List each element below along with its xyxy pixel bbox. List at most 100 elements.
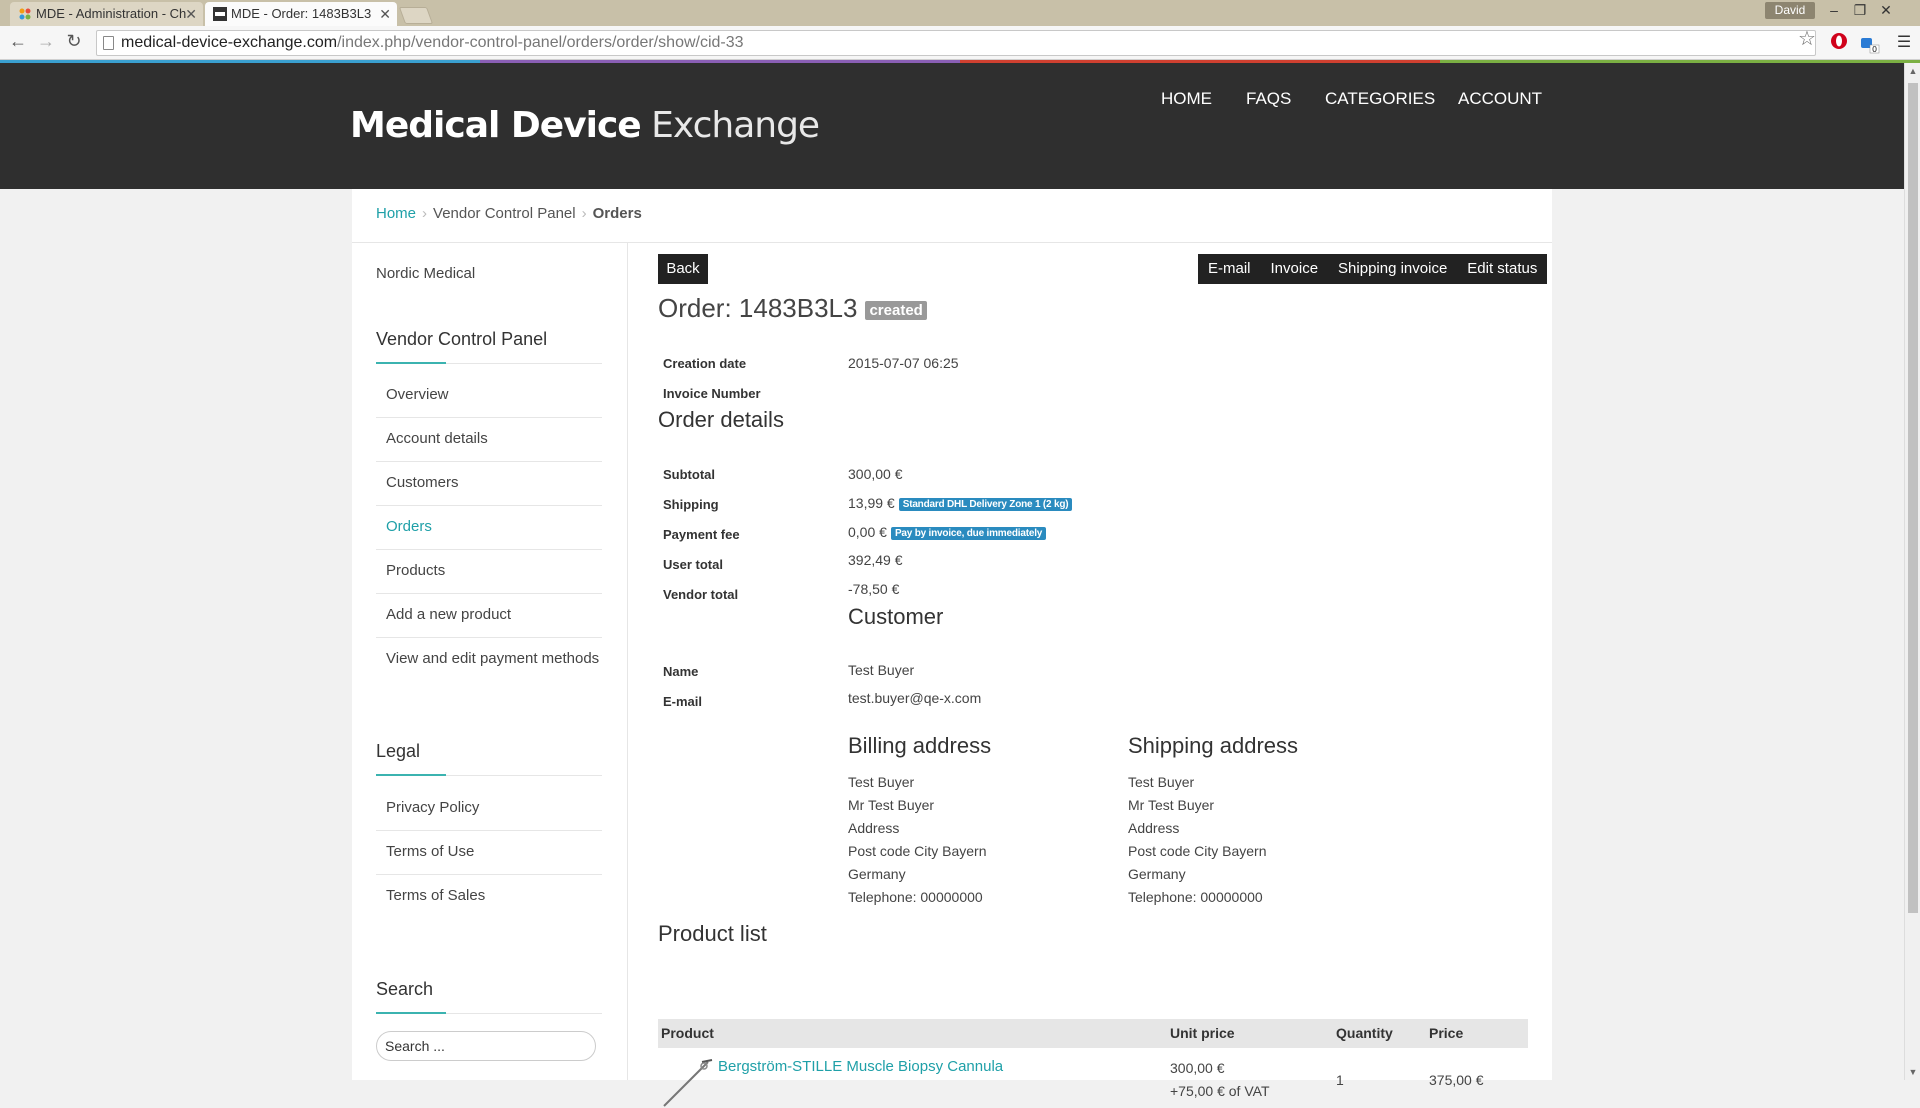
email-button[interactable]: E-mail: [1198, 254, 1261, 284]
shipping-invoice-button[interactable]: Shipping invoice: [1328, 254, 1457, 284]
payment-fee-value: 0,00 € Pay by invoice, due immediately: [848, 524, 1047, 540]
new-tab-button[interactable]: [398, 7, 434, 24]
item-divider: [376, 874, 602, 875]
sidebar-item-customers[interactable]: Customers: [386, 474, 602, 491]
payment-method-badge: Pay by invoice, due immediately: [890, 527, 1047, 540]
browser-tab-order[interactable]: MDE - Order: 1483B3L3 ✕: [205, 2, 397, 26]
creation-date-value: 2015-07-07 06:25: [848, 355, 959, 371]
sidebar-item-orders[interactable]: Orders: [386, 518, 602, 535]
nav-faqs[interactable]: FAQS: [1246, 89, 1291, 109]
logo-bold-text: Medical Device: [350, 105, 642, 146]
shipping-address-heading: Shipping address: [1128, 733, 1299, 758]
invoice-button[interactable]: Invoice: [1261, 254, 1329, 284]
billing-address-line: Post code City Bayern: [848, 843, 987, 859]
user-total-label: User total: [663, 557, 723, 572]
close-tab-icon[interactable]: ✕: [379, 2, 391, 26]
subtotal-value: 300,00 €: [848, 466, 903, 482]
scroll-up-arrow-icon[interactable]: ▲: [1905, 66, 1920, 76]
heading-accent: [376, 774, 446, 776]
shipping-address-line: Test Buyer: [1128, 774, 1195, 790]
minimize-icon[interactable]: ‒: [1822, 0, 1846, 20]
sidebar-item-products[interactable]: Products: [386, 562, 602, 579]
customer-email-label: E-mail: [663, 694, 703, 709]
search-input[interactable]: [376, 1031, 596, 1061]
search-heading: Search: [376, 979, 434, 999]
nav-categories[interactable]: CATEGORIES: [1325, 89, 1435, 109]
restore-icon[interactable]: ❐: [1848, 0, 1872, 20]
payment-fee-amount: 0,00 €: [848, 524, 887, 540]
order-actions: E-mail Invoice Shipping invoice Edit sta…: [1198, 254, 1548, 284]
close-window-icon[interactable]: ✕: [1874, 0, 1898, 20]
profile-button[interactable]: David: [1765, 2, 1815, 19]
back-arrow-icon[interactable]: ←: [6, 31, 30, 52]
address-bar[interactable]: medical-device-exchange.com/index.php/ve…: [96, 30, 1816, 56]
breadcrumb-separator-icon: ›: [581, 205, 587, 222]
item-divider: [376, 417, 602, 418]
shipping-value: 13,99 € Standard DHL Delivery Zone 1 (2 k…: [848, 495, 1073, 511]
content-panel: Home › Vendor Control Panel › Orders Nordic …: [352, 189, 1552, 1107]
browser-tab-title: MDE - Order: 1483B3L3: [231, 6, 372, 21]
breadcrumb-divider: [352, 242, 1552, 243]
shipping-address-line: Mr Test Buyer: [1128, 797, 1215, 813]
column-header-price: Price: [1429, 1025, 1464, 1041]
breadcrumb-home[interactable]: Home: [376, 205, 416, 222]
shipping-label: Shipping: [663, 497, 719, 512]
sidebar-item-add-product[interactable]: Add a new product: [386, 606, 602, 623]
shipping-method-badge: Standard DHL Delivery Zone 1 (2 kg): [898, 498, 1073, 511]
site-logo[interactable]: Medical Device Exchange: [350, 105, 820, 146]
column-header-unit-price: Unit price: [1170, 1025, 1235, 1041]
lastpass-extension-icon[interactable]: 0: [1858, 32, 1880, 54]
logo-light-text: Exchange: [651, 105, 820, 146]
extension-badge-count: 0: [1872, 45, 1877, 54]
sidebar-item-overview[interactable]: Overview: [386, 386, 602, 403]
shipping-address-line: Address: [1128, 820, 1180, 836]
back-button[interactable]: Back: [658, 254, 708, 284]
url-path: /index.php/vendor-control-panel/orders/o…: [337, 34, 744, 51]
shipping-address-block: Test Buyer Mr Test Buyer Address Post co…: [1128, 771, 1267, 909]
shipping-address-line: Post code City Bayern: [1128, 843, 1267, 859]
heading-accent: [376, 1012, 446, 1014]
opera-extension-icon[interactable]: [1828, 32, 1850, 54]
scrollbar-thumb[interactable]: [1908, 83, 1918, 913]
nav-account[interactable]: ACCOUNT: [1458, 89, 1542, 109]
forward-arrow-icon[interactable]: →: [34, 31, 58, 52]
item-divider: [376, 830, 602, 831]
billing-address-line: Test Buyer: [848, 774, 915, 790]
breadcrumb: Home › Vendor Control Panel › Orders: [376, 205, 642, 222]
breadcrumb-vendor-panel[interactable]: Vendor Control Panel: [433, 205, 576, 222]
vendor-name: Nordic Medical: [376, 265, 476, 282]
browser-tabstrip: MDE - Administration - Ch ✕ MDE - Order:…: [0, 0, 1920, 26]
page-scrollbar[interactable]: ▲ ▼: [1904, 63, 1920, 1080]
product-link[interactable]: Bergström-STILLE Muscle Biopsy Cannula: [718, 1058, 1003, 1075]
vendor-total-value: -78,50 €: [848, 581, 900, 597]
billing-address-line: Mr Test Buyer: [848, 797, 935, 813]
creation-date-label: Creation date: [663, 356, 747, 371]
billing-address-line: Telephone: 00000000: [848, 889, 983, 905]
heading-accent: [376, 362, 446, 364]
page-title: Order: 1483B3L3 created: [658, 293, 927, 324]
item-divider: [376, 505, 602, 506]
page-icon: [103, 36, 114, 50]
edit-status-button[interactable]: Edit status: [1457, 254, 1547, 284]
browser-tab-administration[interactable]: MDE - Administration - Ch ✕: [10, 2, 203, 26]
column-header-quantity: Quantity: [1336, 1025, 1393, 1041]
sidebar-item-account-details[interactable]: Account details: [386, 430, 602, 447]
reload-icon[interactable]: ↻: [62, 31, 86, 52]
shipping-address-line: Germany: [1128, 866, 1186, 882]
sidebar-item-privacy-policy[interactable]: Privacy Policy: [386, 799, 602, 816]
product-table-header: Product Unit price Quantity Price: [658, 1019, 1528, 1048]
invoice-number-label: Invoice Number: [663, 386, 761, 401]
customer-heading: Customer: [848, 604, 944, 629]
sidebar-item-terms-of-use[interactable]: Terms of Use: [386, 843, 602, 860]
sidebar-item-terms-of-sales[interactable]: Terms of Sales: [386, 887, 602, 904]
menu-hamburger-icon[interactable]: ☰: [1893, 32, 1915, 54]
bookmark-star-icon[interactable]: ☆: [1796, 28, 1818, 50]
nav-home[interactable]: HOME: [1161, 89, 1212, 109]
scroll-down-arrow-icon[interactable]: ▼: [1905, 1067, 1920, 1077]
sidebar-item-payment-methods[interactable]: View and edit payment methods: [386, 650, 602, 667]
billing-address-block: Test Buyer Mr Test Buyer Address Post co…: [848, 771, 987, 909]
close-tab-icon[interactable]: ✕: [185, 2, 197, 26]
product-thumbnail[interactable]: [662, 1056, 714, 1108]
vendor-panel-heading: Vendor Control Panel: [376, 329, 548, 349]
billing-address-line: Germany: [848, 866, 906, 882]
